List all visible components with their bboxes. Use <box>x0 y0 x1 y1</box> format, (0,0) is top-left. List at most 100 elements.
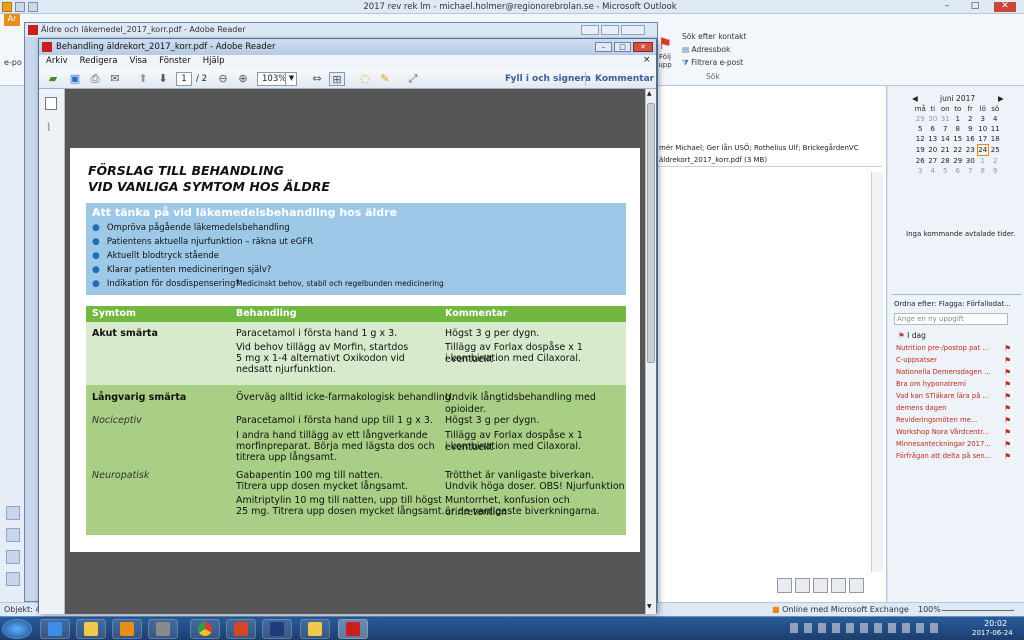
menu-redigera[interactable]: Redigera <box>73 55 123 66</box>
calendar-day[interactable]: 26 <box>914 156 927 166</box>
calendar-day[interactable]: 22 <box>952 145 965 155</box>
flag-icon[interactable]: ⚑ <box>1004 392 1011 401</box>
calendar-day[interactable]: 29 <box>914 114 927 124</box>
new-task-input[interactable]: Ange en ny uppgift <box>894 313 1008 325</box>
comment-icon[interactable]: ◌ <box>357 72 373 86</box>
calendar-day[interactable]: 19 <box>914 145 927 155</box>
person-icon[interactable] <box>813 578 828 593</box>
calendar-day[interactable]: 1 <box>952 114 965 124</box>
maximize-icon[interactable] <box>601 25 619 35</box>
close-icon[interactable]: ✕ <box>994 2 1016 12</box>
flag-icon[interactable]: ⚑ <box>1004 428 1011 437</box>
calendar-day[interactable]: 21 <box>939 145 952 155</box>
scroll-thumb[interactable] <box>647 103 655 363</box>
person-icon[interactable] <box>849 578 864 593</box>
flag-icon[interactable]: ⚑ <box>1004 380 1011 389</box>
flag-icon[interactable]: ⚑ <box>1004 440 1011 449</box>
reading-scrollbar[interactable] <box>871 172 883 572</box>
calendar-day[interactable]: 18 <box>989 134 1002 144</box>
calendar-day[interactable]: 9 <box>989 166 1002 176</box>
powerpoint-taskbar-button[interactable] <box>226 619 256 639</box>
start-button[interactable] <box>2 619 32 639</box>
mail-attachment[interactable]: äldrekort_2017_korr.pdf (3 MB) <box>659 156 767 164</box>
minimize-icon[interactable] <box>581 25 599 35</box>
adobe-reader-taskbar-button[interactable] <box>338 619 368 639</box>
pages-icon[interactable] <box>45 97 57 110</box>
minimize-icon[interactable]: – <box>595 42 612 52</box>
task-item[interactable]: Minnesanteckningar 2017... <box>896 440 994 452</box>
calendar-day[interactable]: 13 <box>927 134 940 144</box>
calendar-day[interactable]: 4 <box>927 166 940 176</box>
calendar-day[interactable]: 4 <box>989 114 1002 124</box>
maximize-icon[interactable]: □ <box>614 42 631 52</box>
ie-taskbar-button[interactable] <box>40 619 70 639</box>
calendar-day[interactable]: 2 <box>964 114 977 124</box>
address-book-button[interactable]: ▤ Adressbok <box>682 45 730 54</box>
save-icon[interactable]: ▣ <box>67 72 83 86</box>
calendar-day[interactable]: 8 <box>952 124 965 134</box>
flag-icon[interactable]: ⚑ <box>1004 452 1011 461</box>
flag-icon[interactable]: ⚑ <box>1004 356 1011 365</box>
calendar-day[interactable]: 6 <box>952 166 965 176</box>
task-item[interactable]: Nationella Demensdagen ... <box>896 368 994 380</box>
fill-sign-button[interactable]: Fyll i och signera <box>505 74 591 84</box>
task-group[interactable]: ⚑ I dag <box>898 331 926 340</box>
calendar-day[interactable]: 14 <box>939 134 952 144</box>
calendar-day[interactable]: 5 <box>939 166 952 176</box>
flag-icon[interactable]: ⚑ <box>1004 416 1011 425</box>
task-item[interactable]: Revideringsmöten me... <box>896 416 994 428</box>
close-icon[interactable] <box>621 25 645 35</box>
calendar-day[interactable]: 20 <box>927 145 940 155</box>
calendar-day[interactable]: 1 <box>977 156 990 166</box>
fit-page-icon[interactable]: ⊞ <box>329 72 345 86</box>
calendar-day[interactable]: 30 <box>964 156 977 166</box>
minimize-icon[interactable]: – <box>936 2 958 12</box>
zoom-in-icon[interactable]: ⊕ <box>235 72 251 86</box>
email-icon[interactable]: ✉ <box>107 72 123 86</box>
contacts-nav-icon[interactable] <box>6 550 20 564</box>
filter-email-button[interactable]: ⧩ Filtrera e-post <box>682 58 743 68</box>
highlight-icon[interactable]: ✎ <box>377 72 393 86</box>
calendar-day[interactable]: 5 <box>914 124 927 134</box>
email-tab[interactable]: e-po <box>4 58 22 67</box>
attachment-icon[interactable]: ⌇ <box>46 121 51 134</box>
expand-icon[interactable]: ⤢ <box>405 72 421 86</box>
calendar-day[interactable]: 28 <box>939 156 952 166</box>
calendar-day[interactable]: 12 <box>914 134 927 144</box>
calendar-day[interactable]: 25 <box>989 145 1002 155</box>
person-icon[interactable] <box>831 578 846 593</box>
task-item[interactable]: demens dagen <box>896 404 994 416</box>
close-doc-icon[interactable]: × <box>643 55 651 65</box>
document-scrollbar[interactable]: ▲ ▼ <box>645 89 656 614</box>
tasks-nav-icon[interactable] <box>6 572 20 586</box>
calendar-nav-icon[interactable] <box>6 528 20 542</box>
comment-button[interactable]: Kommentar <box>595 74 654 84</box>
person-icon[interactable] <box>777 578 792 593</box>
calendar-day[interactable]: 17 <box>977 134 990 144</box>
page-number-input[interactable]: 1 <box>176 72 192 86</box>
menu-arkiv[interactable]: Arkiv <box>39 55 73 66</box>
calendar-day[interactable]: 15 <box>952 134 965 144</box>
zoom-slider[interactable] <box>942 610 1014 611</box>
open-icon[interactable]: ▰ <box>45 72 61 86</box>
mail-nav-icon[interactable] <box>6 506 20 520</box>
task-item[interactable]: C-uppsatser <box>896 356 994 368</box>
zoom-dropdown-icon[interactable]: ▼ <box>285 72 297 86</box>
calendar-next-icon[interactable]: ▶ <box>998 94 1004 103</box>
chrome-taskbar-button[interactable] <box>190 619 220 639</box>
scroll-up-icon[interactable]: ▲ <box>647 90 652 97</box>
find-contact-field[interactable]: Sök efter kontakt <box>682 32 752 42</box>
print-icon[interactable]: ⎙ <box>87 72 103 86</box>
calendar-day[interactable]: 7 <box>964 166 977 176</box>
task-item[interactable]: Workshop Nora Vårdcentr... <box>896 428 994 440</box>
calendar-day[interactable]: 9 <box>964 124 977 134</box>
page-down-icon[interactable]: ⬇ <box>155 72 171 86</box>
save-icon[interactable] <box>15 2 25 12</box>
flag-icon[interactable]: ⚑ <box>1004 344 1011 353</box>
folder-taskbar-button[interactable] <box>300 619 330 639</box>
outlook-icon[interactable] <box>2 2 12 12</box>
task-item[interactable]: Förfrågan att delta på sen... <box>896 452 994 464</box>
scroll-down-icon[interactable]: ▼ <box>647 603 652 610</box>
calendar-day[interactable]: 16 <box>964 134 977 144</box>
zoom-out-icon[interactable]: ⊖ <box>215 72 231 86</box>
